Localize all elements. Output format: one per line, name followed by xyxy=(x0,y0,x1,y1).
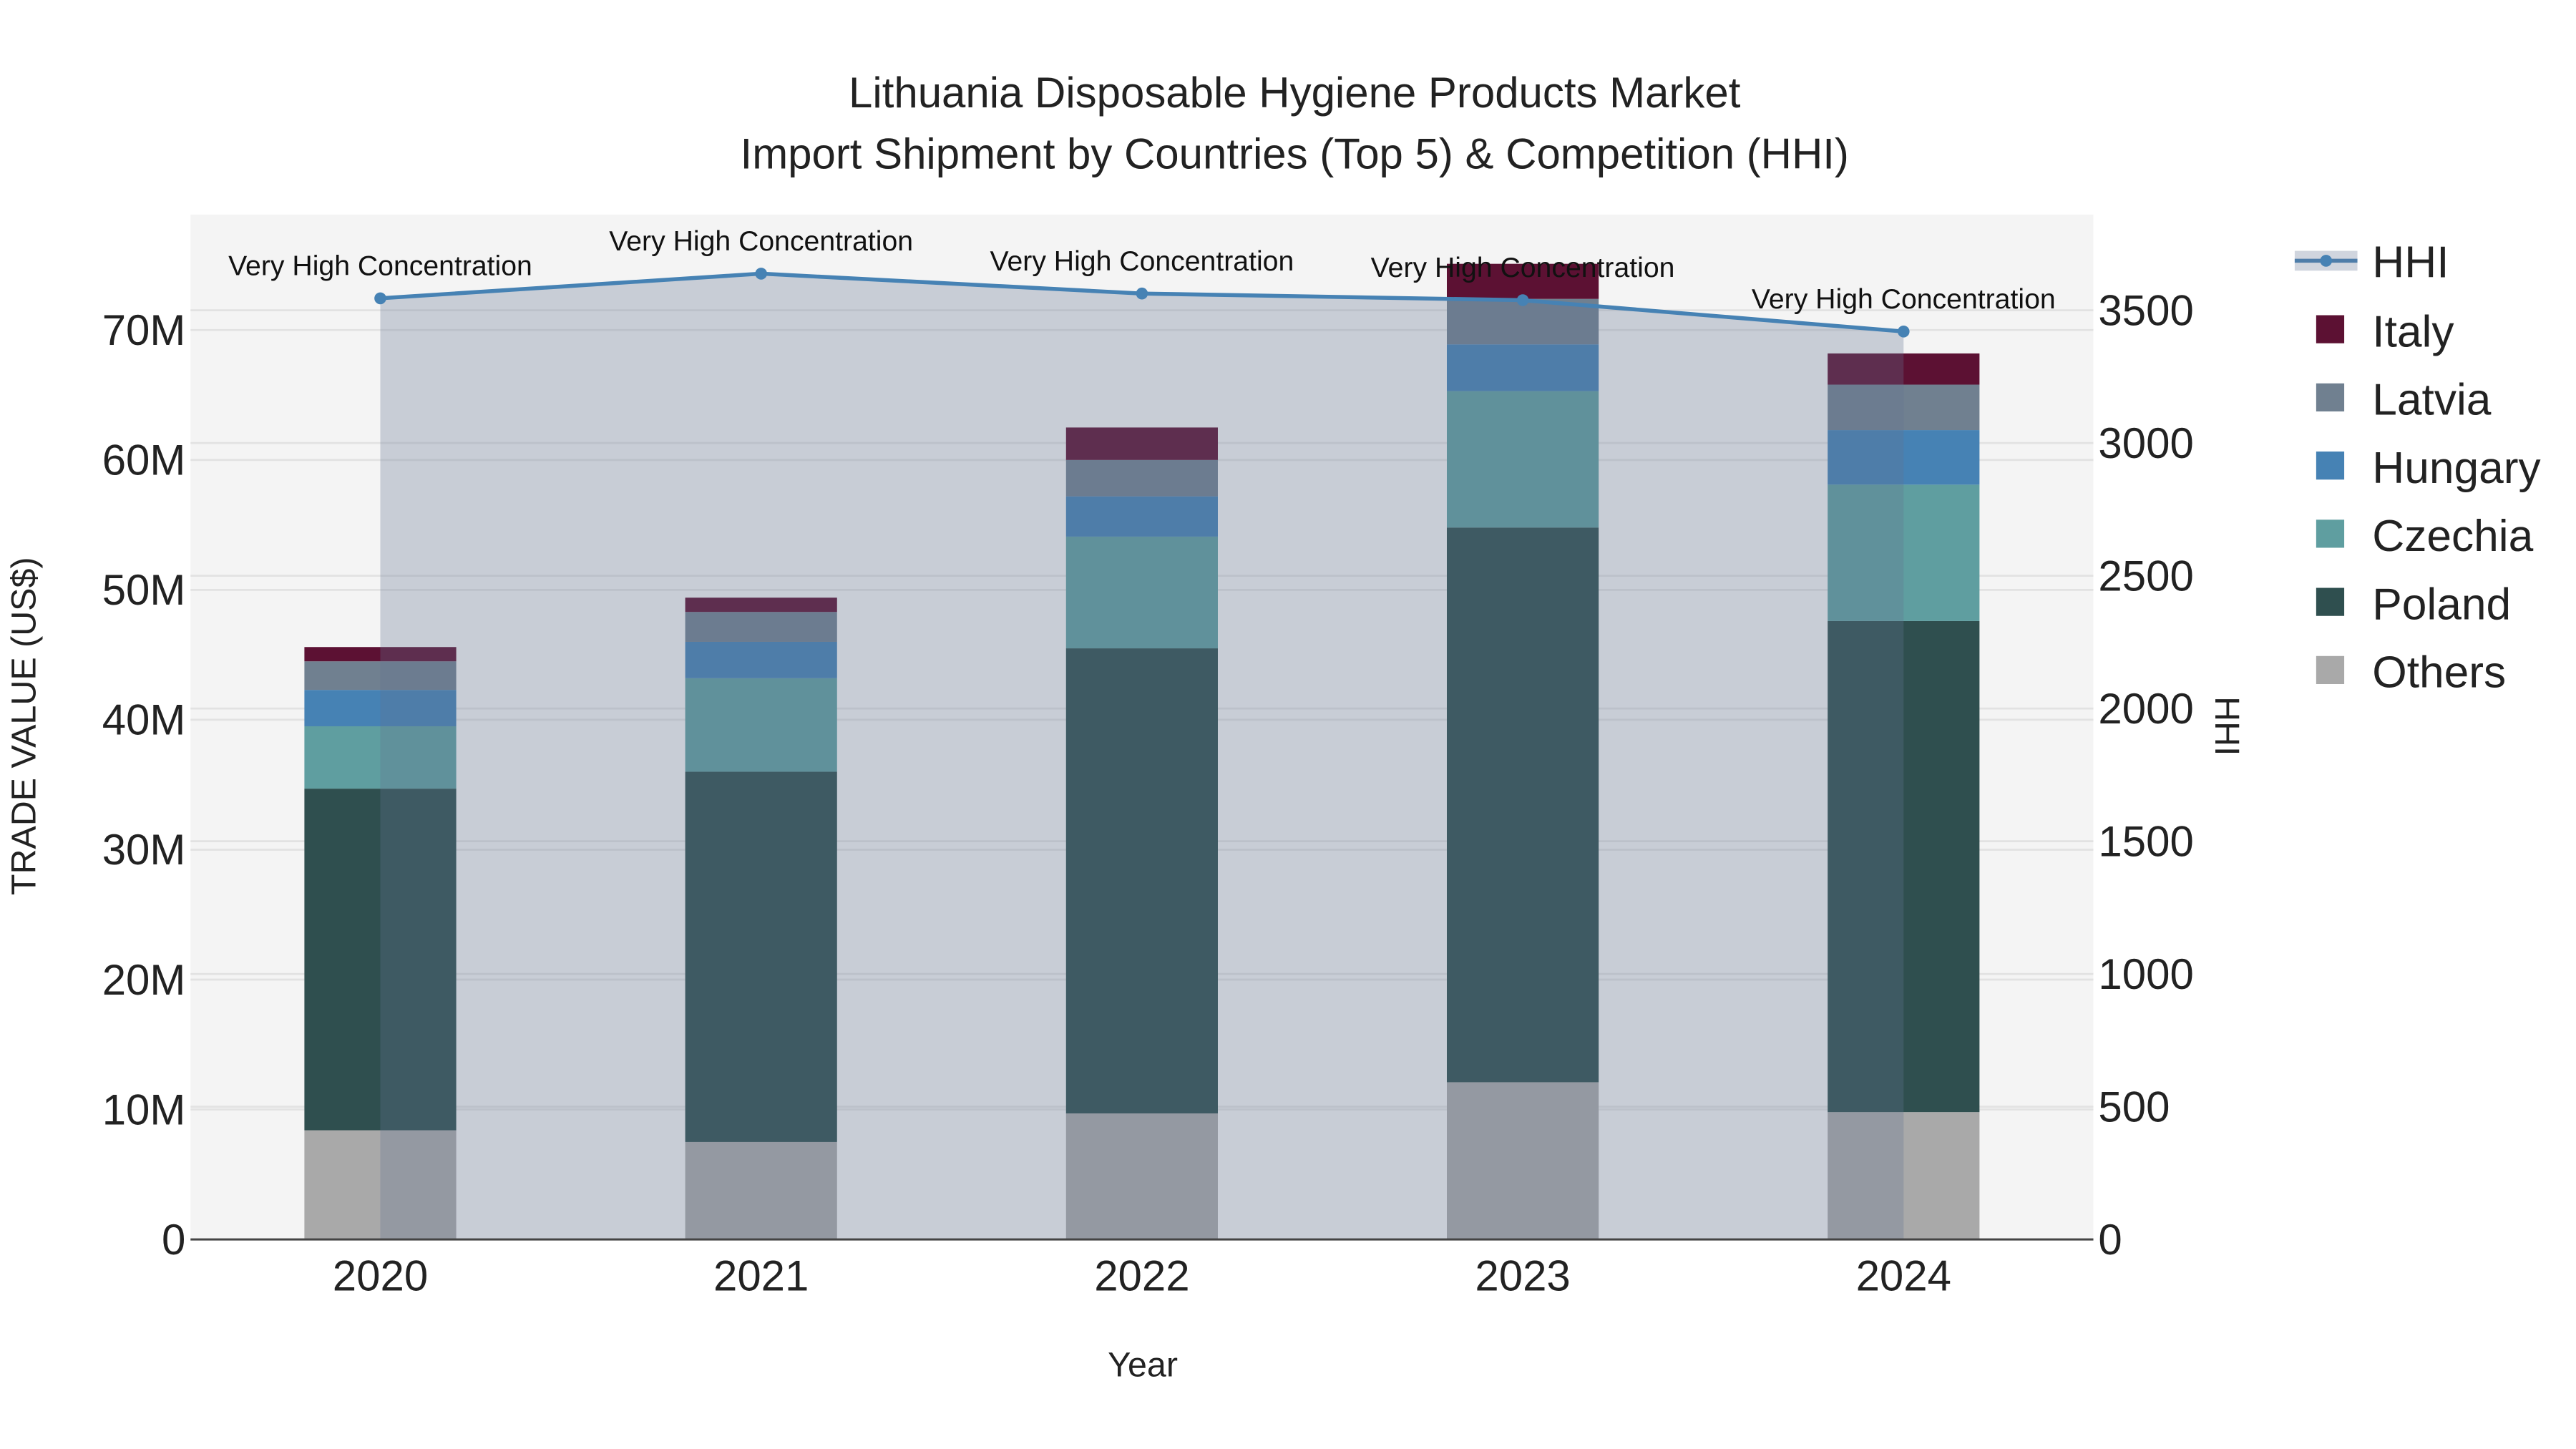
x-tick-label: 2024 xyxy=(1856,1252,1951,1300)
y-tick-label: 0 xyxy=(162,1216,185,1264)
y-tick-label: 20M xyxy=(102,956,186,1004)
y-tick-label: 30M xyxy=(102,826,186,874)
hhi-point-2024 xyxy=(1897,325,1910,338)
legend-label-hungary: Hungary xyxy=(2372,444,2541,493)
y2-tick-label: 2500 xyxy=(2098,552,2193,600)
legend-swatch-poland xyxy=(2316,587,2345,616)
y-tick-label: 60M xyxy=(102,436,186,484)
x-axis-title: Year xyxy=(1108,1346,1178,1385)
x-tick-label: 2021 xyxy=(713,1252,809,1300)
y2-tick-label: 2000 xyxy=(2098,685,2193,733)
legend-swatch-italy xyxy=(2316,315,2345,343)
hhi-annotation: Very High Concentration xyxy=(1752,284,2056,315)
y2-tick-label: 3000 xyxy=(2098,419,2193,467)
hhi-area-fill xyxy=(380,273,1904,1240)
y2-tick-label: 1000 xyxy=(2098,950,2193,998)
y-tick-label: 40M xyxy=(102,696,186,744)
hhi-point-2023 xyxy=(1516,294,1529,306)
y2-tick-label: 0 xyxy=(2098,1216,2122,1264)
y2-tick-label: 1500 xyxy=(2098,817,2193,865)
legend-label-latvia: Latvia xyxy=(2372,376,2492,425)
y-axis-title: TRADE VALUE (US$) xyxy=(4,557,43,895)
legend-label-others: Others xyxy=(2372,648,2506,698)
hhi-point-2021 xyxy=(755,268,767,280)
hhi-annotation: Very High Concentration xyxy=(609,226,913,257)
legend-label-czechia: Czechia xyxy=(2372,512,2533,561)
legend-swatch-others xyxy=(2316,655,2345,684)
hhi-annotation: Very High Concentration xyxy=(1371,253,1675,283)
hhi-annotation: Very High Concentration xyxy=(990,246,1294,277)
legend-label-poland: Poland xyxy=(2372,580,2511,629)
y-tick-label: 70M xyxy=(102,306,186,354)
x-tick-label: 2023 xyxy=(1475,1252,1570,1300)
chart-title-line1: Lithuania Disposable Hygiene Products Ma… xyxy=(849,69,1741,117)
x-tick-label: 2022 xyxy=(1094,1252,1189,1300)
y-tick-label: 10M xyxy=(102,1085,186,1133)
y2-axis-title: HHI xyxy=(2207,696,2246,756)
y-tick-label: 50M xyxy=(102,566,186,614)
legend-swatch-hungary xyxy=(2316,452,2345,480)
legend-hhi-marker-icon xyxy=(2320,255,2333,267)
y2-tick-label: 3500 xyxy=(2098,286,2193,334)
y2-tick-label: 500 xyxy=(2098,1083,2170,1131)
hhi-point-2020 xyxy=(374,292,386,305)
legend: HHI Italy Latvia Hungary Czechia Poland Others xyxy=(2294,238,2542,698)
hhi-annotation: Very High Concentration xyxy=(228,251,532,282)
legend-label-italy: Italy xyxy=(2372,307,2454,356)
x-tick-label: 2020 xyxy=(333,1252,428,1300)
legend-swatch-latvia xyxy=(2316,383,2345,411)
hhi-point-2022 xyxy=(1136,287,1148,300)
legend-swatch-czechia xyxy=(2316,519,2345,548)
legend-label-hhi: HHI xyxy=(2372,238,2449,287)
chart: 0 10M 20M 30M 40M 50M 60M 70M 0 500 1000 1500 2000 25… xyxy=(4,69,2542,1385)
chart-title-line2: Import Shipment by Countries (Top 5) & C… xyxy=(741,130,1849,177)
